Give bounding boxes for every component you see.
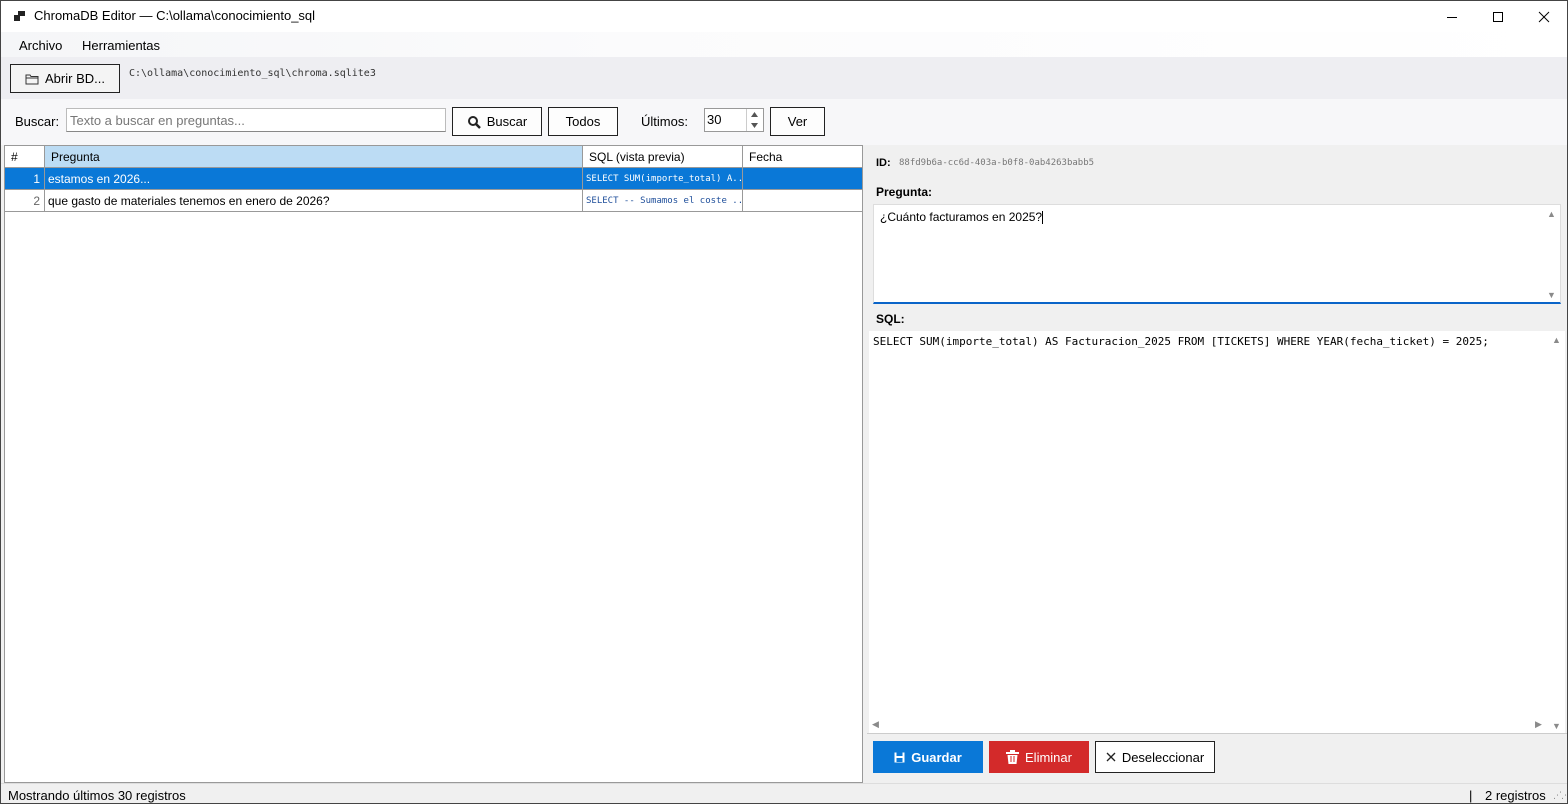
title-bar: ChromaDB Editor — C:\ollama\conocimiento…	[1, 1, 1567, 32]
pregunta-value: ¿Cuánto facturamos en 2025?	[880, 210, 1043, 224]
folder-icon	[25, 74, 39, 84]
pregunta-text: ¿Cuánto facturamos en 2025?	[880, 210, 1044, 225]
app-window: ChromaDB Editor — C:\ollama\conocimiento…	[0, 0, 1568, 804]
scroll-down-icon[interactable]: ▼	[1552, 721, 1561, 731]
search-input[interactable]	[66, 108, 446, 132]
pregunta-scrollbar[interactable]: ▲ ▼	[1544, 205, 1560, 302]
column-header-fecha[interactable]: Fecha	[743, 146, 862, 167]
detail-panel: ID: 88fd9b6a-cc6d-403a-b0f8-0ab4263babb5…	[867, 145, 1567, 783]
scroll-left-icon[interactable]: ◀	[872, 719, 879, 730]
record-count: 2 registros	[1485, 788, 1546, 803]
table-header: # Pregunta SQL (vista previa) Fecha	[5, 146, 862, 168]
row-number: 2	[5, 190, 45, 211]
search-button[interactable]: Buscar	[452, 107, 542, 136]
ver-button-label: Ver	[787, 114, 808, 129]
row-fecha	[743, 168, 862, 189]
save-button[interactable]: Guardar	[873, 741, 983, 773]
ultimos-label: Últimos:	[641, 114, 688, 129]
maximize-button[interactable]	[1475, 1, 1521, 32]
toolbar: Abrir BD... C:\ollama\conocimiento_sql\c…	[1, 57, 1567, 99]
status-separator: |	[1469, 788, 1473, 803]
scroll-up-icon[interactable]: ▲	[1552, 335, 1561, 345]
db-path: C:\ollama\conocimiento_sql\chroma.sqlite…	[129, 68, 376, 79]
column-header-sql[interactable]: SQL (vista previa)	[583, 146, 743, 167]
id-value: 88fd9b6a-cc6d-403a-b0f8-0ab4263babb5	[899, 158, 1095, 168]
sql-vertical-scrollbar[interactable]: ▲ ▼	[1549, 331, 1565, 733]
stepper-down-button[interactable]	[746, 120, 762, 131]
sql-text: SELECT SUM(importe_total) AS Facturacion…	[873, 335, 1489, 348]
search-bar: Buscar: Buscar Todos Últimos: 30 Ver	[1, 99, 1567, 145]
row-fecha	[743, 190, 862, 211]
resize-grip-icon[interactable]: ⋰⋰	[1553, 790, 1568, 801]
window-title: ChromaDB Editor — C:\ollama\conocimiento…	[34, 8, 316, 23]
menu-bar: Archivo Herramientas	[1, 32, 1567, 57]
chevron-down-icon	[751, 123, 758, 128]
id-label: ID:	[876, 157, 891, 169]
chevron-up-icon	[751, 112, 758, 117]
open-db-button[interactable]: Abrir BD...	[10, 64, 120, 93]
status-bar: Mostrando últimos 30 registros | 2 regis…	[1, 783, 1568, 803]
row-sql-preview: SELECT -- Sumamos el coste ...	[583, 190, 743, 211]
scroll-down-icon[interactable]: ▼	[1547, 290, 1556, 300]
deselect-button[interactable]: Deseleccionar	[1095, 741, 1215, 773]
close-icon	[1538, 11, 1550, 22]
delete-button-label: Eliminar	[1025, 749, 1072, 765]
minimize-icon	[1447, 16, 1457, 18]
maximize-icon	[1493, 11, 1503, 22]
pregunta-textarea[interactable]: ¿Cuánto facturamos en 2025? ▲ ▼	[873, 204, 1561, 304]
sql-horizontal-scrollbar[interactable]: ◀ ▶	[869, 717, 1549, 733]
search-button-label: Buscar	[486, 114, 528, 129]
app-icon	[14, 11, 25, 21]
divider	[867, 733, 1567, 734]
open-db-label: Abrir BD...	[45, 71, 105, 86]
row-sql-preview: SELECT SUM(importe_total) A...	[583, 168, 743, 189]
sql-label: SQL:	[876, 312, 905, 326]
column-header-pregunta[interactable]: Pregunta	[45, 146, 583, 167]
search-label: Buscar:	[15, 114, 60, 129]
todos-button-label: Todos	[565, 114, 601, 129]
stepper-up-button[interactable]	[746, 109, 762, 120]
scroll-up-icon[interactable]: ▲	[1547, 209, 1556, 219]
trash-icon	[1006, 750, 1020, 764]
status-message: Mostrando últimos 30 registros	[8, 788, 186, 803]
close-window-button[interactable]	[1521, 1, 1567, 32]
ver-button[interactable]: Ver	[770, 107, 825, 136]
minimize-button[interactable]	[1429, 1, 1475, 32]
search-icon	[467, 115, 481, 129]
save-button-label: Guardar	[911, 749, 962, 765]
delete-button[interactable]: Eliminar	[989, 741, 1089, 773]
row-pregunta: que gasto de materiales tenemos en enero…	[45, 190, 583, 211]
sql-editor[interactable]: SELECT SUM(importe_total) AS Facturacion…	[869, 331, 1565, 733]
column-header-number[interactable]: #	[5, 146, 45, 167]
menu-archivo[interactable]: Archivo	[19, 38, 62, 53]
todos-button[interactable]: Todos	[548, 107, 618, 136]
scroll-right-icon[interactable]: ▶	[1535, 719, 1542, 730]
table-row[interactable]: 2 que gasto de materiales tenemos en ene…	[5, 190, 862, 212]
text-caret	[1042, 211, 1044, 225]
close-icon	[1106, 752, 1116, 762]
records-table: # Pregunta SQL (vista previa) Fecha 1 es…	[4, 145, 863, 783]
save-icon	[894, 752, 905, 762]
pregunta-label: Pregunta:	[876, 185, 933, 199]
row-pregunta: estamos en 2026...	[45, 168, 583, 189]
row-number: 1	[5, 168, 45, 189]
table-row[interactable]: 1 estamos en 2026... SELECT SUM(importe_…	[5, 168, 862, 190]
deselect-button-label: Deseleccionar	[1121, 749, 1205, 765]
menu-herramientas[interactable]: Herramientas	[82, 38, 160, 53]
